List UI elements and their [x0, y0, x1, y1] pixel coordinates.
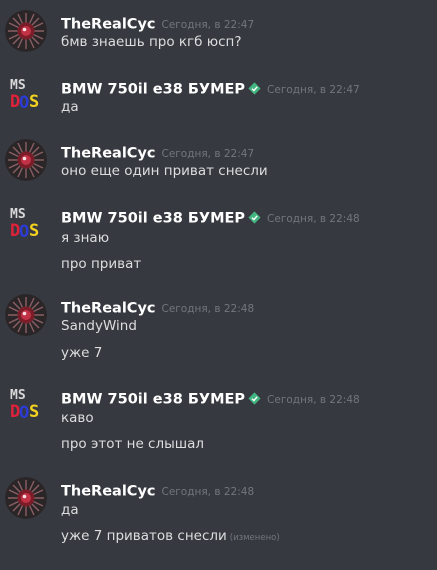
- msdos-logo-avatar-icon: MS D O S: [5, 385, 47, 427]
- message-header: BMW 750il e38 БУМЕР Сегодня, в 22:48: [61, 208, 360, 228]
- spiky-red-ball-avatar-icon: [5, 139, 47, 181]
- edited-label: (изменено): [229, 533, 280, 543]
- username[interactable]: BMW 750il e38 БУМЕР: [61, 392, 245, 408]
- svg-text:O: O: [19, 403, 29, 423]
- username[interactable]: TheRealCyc: [61, 146, 156, 162]
- msdos-logo-avatar-icon: MS D O S: [5, 204, 47, 246]
- username[interactable]: BMW 750il e38 БУМЕР: [61, 211, 245, 227]
- timestamp: Сегодня, в 22:47: [161, 18, 255, 31]
- message-text: уже 7 приватов снесли: [61, 528, 227, 544]
- username[interactable]: BMW 750il e38 БУМЕР: [61, 82, 245, 98]
- message-header: BMW 750il e38 БУМЕР Сегодня, в 22:48: [61, 389, 360, 409]
- message-text: про этот не слышал: [61, 436, 205, 452]
- message-header: TheRealCyc Сегодня, в 22:48: [61, 298, 254, 318]
- username[interactable]: TheRealCyc: [61, 484, 156, 500]
- avatar[interactable]: MS D O S: [5, 75, 47, 117]
- message-header: TheRealCyc Сегодня, в 22:47: [61, 14, 254, 34]
- avatar[interactable]: [5, 477, 47, 519]
- message-text: я знаю: [61, 230, 110, 246]
- message-text: каво: [61, 410, 94, 426]
- message-text: уже 7: [61, 345, 103, 361]
- msdos-logo-avatar-icon: MS D O S: [5, 75, 47, 117]
- timestamp: Сегодня, в 22:47: [267, 83, 360, 96]
- message-text: про приват: [61, 256, 142, 272]
- avatar[interactable]: MS D O S: [5, 385, 47, 427]
- spiky-red-ball-avatar-icon: [5, 294, 47, 336]
- spiky-red-ball-avatar-icon: [5, 477, 47, 519]
- svg-text:O: O: [19, 93, 29, 113]
- message-header: TheRealCyc Сегодня, в 22:47: [61, 143, 254, 163]
- username[interactable]: TheRealCyc: [61, 17, 156, 33]
- svg-text:MS: MS: [10, 388, 26, 403]
- message-text: да: [61, 502, 79, 518]
- timestamp: Сегодня, в 22:48: [267, 393, 360, 406]
- message-header: TheRealCyc Сегодня, в 22:48: [61, 481, 254, 501]
- message-text: оно еще один приват снесли: [61, 163, 268, 179]
- timestamp: Сегодня, в 22:48: [161, 485, 255, 498]
- verified-badge-icon: [248, 211, 261, 224]
- username[interactable]: TheRealCyc: [61, 301, 156, 317]
- message-text: бмв знаешь про кгб юсп?: [61, 34, 242, 50]
- message-text-edited: уже 7 приватов снесли (изменено): [61, 528, 280, 544]
- svg-text:MS: MS: [10, 78, 26, 93]
- svg-text:O: O: [19, 222, 29, 242]
- verified-badge-icon: [248, 82, 261, 95]
- message-header: BMW 750il e38 БУМЕР Сегодня, в 22:47: [61, 79, 360, 99]
- timestamp: Сегодня, в 22:48: [161, 302, 255, 315]
- spiky-red-ball-avatar-icon: [5, 10, 47, 52]
- avatar[interactable]: [5, 139, 47, 181]
- svg-text:S: S: [29, 92, 39, 112]
- message-text: да: [61, 99, 79, 115]
- timestamp: Сегодня, в 22:48: [267, 212, 360, 225]
- chat-messages: TheRealCyc Сегодня, в 22:47 бмв знаешь пр…: [0, 0, 437, 570]
- avatar[interactable]: [5, 10, 47, 52]
- verified-badge-icon: [248, 392, 261, 405]
- avatar[interactable]: [5, 294, 47, 336]
- timestamp: Сегодня, в 22:47: [161, 147, 255, 160]
- svg-text:S: S: [29, 402, 39, 422]
- avatar[interactable]: MS D O S: [5, 204, 47, 246]
- svg-text:MS: MS: [10, 207, 26, 222]
- svg-text:S: S: [29, 221, 39, 241]
- message-text: SandyWind: [61, 318, 137, 334]
